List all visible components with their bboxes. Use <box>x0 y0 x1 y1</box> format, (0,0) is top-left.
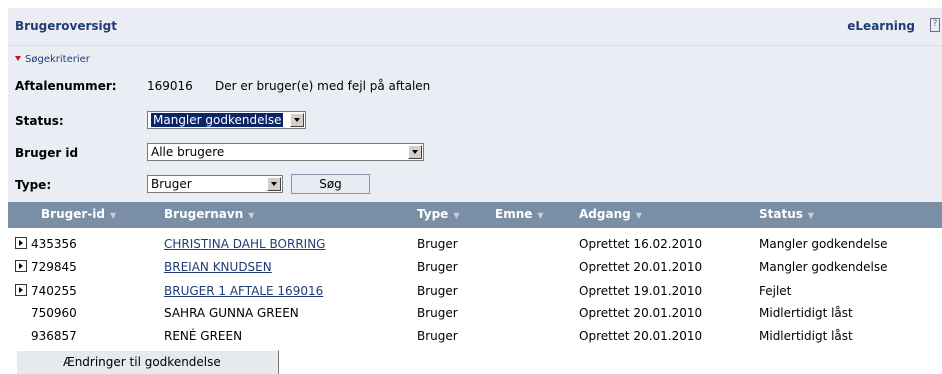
cell-adgang: Oprettet 20.01.2010 <box>579 306 703 320</box>
table-row[interactable]: 435356 CHRISTINA DAHL BORRING Bruger Opr… <box>8 233 942 254</box>
table-row[interactable]: 740255 BRUGER 1 AFTALE 169016 Bruger Opr… <box>8 280 942 301</box>
cell-type: Bruger <box>417 329 458 343</box>
expand-row-icon[interactable] <box>15 237 27 249</box>
agreement-label: Aftalenummer: <box>15 79 117 93</box>
type-select[interactable]: Bruger <box>147 175 283 193</box>
column-header-emne[interactable]: Emne ▼ <box>495 207 544 221</box>
cell-adgang: Oprettet 20.01.2010 <box>579 260 703 274</box>
cell-bruger-id: 740255 <box>31 284 77 298</box>
search-criteria-panel: Søgekriterier Aftalenummer: 169016 Der e… <box>8 46 942 202</box>
cell-type: Bruger <box>417 260 458 274</box>
search-criteria-label: Søgekriterier <box>25 54 90 65</box>
help-icon[interactable]: ? <box>930 18 940 32</box>
user-id-select[interactable]: Alle brugere <box>147 143 424 161</box>
search-criteria-toggle[interactable]: Søgekriterier <box>15 54 90 65</box>
cell-adgang: Oprettet 16.02.2010 <box>579 237 703 251</box>
type-label: Type: <box>15 178 52 192</box>
type-select-value: Bruger <box>151 177 192 191</box>
chevron-down-icon[interactable] <box>267 177 281 191</box>
column-header-status[interactable]: Status ▼ <box>759 207 814 221</box>
expand-row-icon[interactable] <box>15 260 27 272</box>
cell-adgang: Oprettet 19.01.2010 <box>579 284 703 298</box>
cell-status: Mangler godkendelse <box>759 237 888 251</box>
cell-bruger-id: 936857 <box>31 329 77 343</box>
column-header-brugernavn[interactable]: Brugernavn ▼ <box>164 207 254 221</box>
column-header-type[interactable]: Type ▼ <box>417 207 459 221</box>
cell-brugernavn: RENÉ GREEN <box>164 329 243 343</box>
sort-arrow-icon: ▼ <box>635 211 642 220</box>
cell-brugernavn: SAHRA GUNNA GREEN <box>164 306 299 320</box>
sort-arrow-icon: ▼ <box>807 211 815 220</box>
agreement-number: 169016 <box>147 79 193 93</box>
user-id-label: Bruger id <box>15 146 79 160</box>
table-row[interactable]: 729845 BREIAN KNUDSEN Bruger Oprettet 20… <box>8 256 942 277</box>
submit-changes-button[interactable]: Ændringer til godkendelse <box>16 350 279 374</box>
chevron-down-icon[interactable] <box>290 113 304 127</box>
cell-type: Bruger <box>417 306 458 320</box>
sort-arrow-icon: ▼ <box>248 211 255 220</box>
page-header: Brugeroversigt eLearning ? <box>8 8 942 46</box>
page-title: Brugeroversigt <box>15 19 117 33</box>
cell-bruger-id: 750960 <box>31 306 77 320</box>
chevron-down-icon[interactable] <box>408 145 422 159</box>
sort-arrow-icon: ▼ <box>453 211 460 220</box>
status-select-value: Mangler godkendelse <box>151 113 284 127</box>
cell-brugernavn-link[interactable]: BREIAN KNUDSEN <box>164 260 272 274</box>
sort-arrow-icon: ▼ <box>109 211 117 220</box>
elearning-link[interactable]: eLearning <box>847 19 915 33</box>
cell-brugernavn-link[interactable]: BRUGER 1 AFTALE 169016 <box>164 284 323 298</box>
cell-status: Fejlet <box>759 284 792 298</box>
cell-status: Midlertidigt låst <box>759 329 853 343</box>
cell-type: Bruger <box>417 284 458 298</box>
cell-bruger-id: 435356 <box>31 237 77 251</box>
expand-row-icon[interactable] <box>15 284 27 296</box>
search-button[interactable]: Søg <box>291 174 370 194</box>
status-select[interactable]: Mangler godkendelse <box>147 111 306 129</box>
column-header-bruger-id[interactable]: Bruger-id ▼ <box>41 207 116 221</box>
cell-adgang: Oprettet 20.01.2010 <box>579 329 703 343</box>
sort-arrow-icon: ▼ <box>537 211 544 220</box>
table-row: 750960 SAHRA GUNNA GREEN Bruger Oprettet… <box>8 302 942 323</box>
user-id-select-value: Alle brugere <box>151 145 225 159</box>
cell-type: Bruger <box>417 237 458 251</box>
table-header: Bruger-id ▼ Brugernavn ▼ Type ▼ Emne ▼ Adgan… <box>8 202 942 228</box>
cell-bruger-id: 729845 <box>31 260 77 274</box>
collapse-arrow-icon <box>15 56 21 61</box>
table-row: 936857 RENÉ GREEN Bruger Oprettet 20.01.… <box>8 325 942 346</box>
status-label: Status: <box>15 114 64 128</box>
cell-status: Midlertidigt låst <box>759 306 853 320</box>
column-header-adgang[interactable]: Adgang ▼ <box>579 207 642 221</box>
cell-status: Mangler godkendelse <box>759 260 888 274</box>
cell-brugernavn-link[interactable]: CHRISTINA DAHL BORRING <box>164 237 325 251</box>
agreement-message: Der er bruger(e) med fejl på aftalen <box>215 79 431 93</box>
